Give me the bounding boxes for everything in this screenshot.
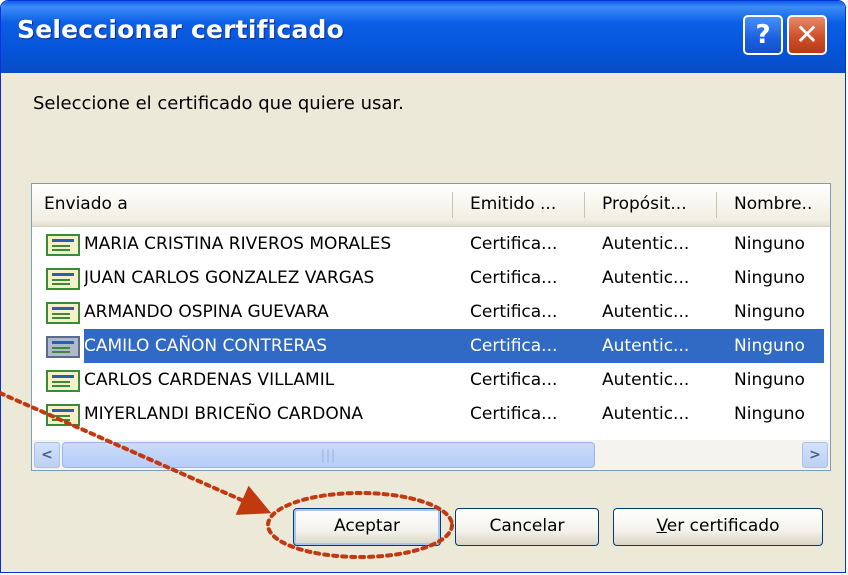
column-header-issued-by[interactable]: Emitido ... <box>470 184 582 226</box>
table-row[interactable]: MIYERLANDI BRICEÑO CARDONA Certifica... Au… <box>32 397 830 431</box>
scroll-thumb[interactable]: ||| <box>62 442 595 468</box>
cell-issued-to: CARLOS CARDENAS VILLAMIL <box>84 370 335 390</box>
cell-purpose: Autentic... <box>602 302 690 322</box>
table-row[interactable]: ARMANDO OSPINA GUEVARA Certifica... Autent… <box>32 295 830 329</box>
table-row[interactable]: CAMILO CAÑON CONTRERAS Certifica... Autent… <box>32 329 830 363</box>
select-certificate-dialog: Seleccionar certificado ? ✕ Seleccione e… <box>0 0 846 573</box>
cell-purpose: Autentic... <box>602 234 690 254</box>
table-row[interactable]: MARIA CRISTINA RIVEROS MORALES Certifica.… <box>32 227 830 261</box>
cell-purpose: Autentic... <box>602 404 690 424</box>
column-header-friendly-name[interactable]: Nombre.. <box>734 184 830 226</box>
cell-issued-to: ARMANDO OSPINA GUEVARA <box>84 302 329 322</box>
cell-friendly-name: Ninguno <box>734 336 805 356</box>
help-icon: ? <box>755 20 771 50</box>
chevron-right-icon: > <box>809 447 821 463</box>
view-certificate-label: er certificado <box>666 516 780 536</box>
table-row[interactable]: CARLOS CARDENAS VILLAMIL Certifica... Aute… <box>32 363 830 397</box>
dialog-body: Seleccione el certificado que quiere usa… <box>5 73 841 568</box>
cell-issued-by: Certifica... <box>470 370 558 390</box>
certificate-icon <box>46 404 80 426</box>
scroll-right-button[interactable]: > <box>802 442 828 468</box>
certificate-icon <box>46 268 80 290</box>
column-divider[interactable] <box>452 192 453 218</box>
cell-issued-to: JUAN CARLOS GONZALEZ VARGAS <box>84 268 375 288</box>
table-row[interactable]: JUAN CARLOS GONZALEZ VARGAS Certifica... A… <box>32 261 830 295</box>
cell-friendly-name: Ninguno <box>734 234 805 254</box>
certificate-icon <box>46 336 80 358</box>
cell-purpose: Autentic... <box>602 336 690 356</box>
certificate-icon <box>46 370 80 392</box>
prompt-text: Seleccione el certificado que quiere usa… <box>33 93 404 114</box>
column-header-issued-to[interactable]: Enviado a <box>44 184 444 226</box>
cell-friendly-name: Ninguno <box>734 268 805 288</box>
cell-purpose: Autentic... <box>602 268 690 288</box>
close-button[interactable]: ✕ <box>787 15 827 55</box>
certificate-icon <box>46 302 80 324</box>
cancel-button[interactable]: Cancelar <box>455 508 599 546</box>
cell-friendly-name: Ninguno <box>734 370 805 390</box>
window-title: Seleccionar certificado <box>17 15 344 44</box>
cell-issued-by: Certifica... <box>470 336 558 356</box>
chevron-left-icon: < <box>41 447 53 463</box>
column-divider[interactable] <box>716 192 717 218</box>
cell-issued-to: CAMILO CAÑON CONTRERAS <box>84 336 327 356</box>
help-button[interactable]: ? <box>743 15 783 55</box>
cell-issued-by: Certifica... <box>470 268 558 288</box>
cell-purpose: Autentic... <box>602 370 690 390</box>
cell-friendly-name: Ninguno <box>734 404 805 424</box>
cell-friendly-name: Ninguno <box>734 302 805 322</box>
view-certificate-button[interactable]: Ver certificado <box>613 508 823 546</box>
cell-issued-by: Certifica... <box>470 404 558 424</box>
certificate-icon <box>46 234 80 256</box>
accept-button[interactable]: Aceptar <box>293 508 441 546</box>
close-icon: ✕ <box>795 18 819 51</box>
grip-icon: ||| <box>320 448 337 462</box>
cell-issued-to: MIYERLANDI BRICEÑO CARDONA <box>84 404 364 424</box>
cell-issued-to: MARIA CRISTINA RIVEROS MORALES <box>84 234 392 254</box>
title-bar[interactable]: Seleccionar certificado ? ✕ <box>1 1 845 73</box>
horizontal-scrollbar[interactable]: < ||| > <box>32 440 830 470</box>
cell-issued-by: Certifica... <box>470 234 558 254</box>
column-header-purpose[interactable]: Propósit... <box>602 184 714 226</box>
access-key-letter: V <box>656 516 667 536</box>
list-header: Enviado a Emitido ... Propósit... Nombre… <box>32 184 830 227</box>
certificate-list[interactable]: Enviado a Emitido ... Propósit... Nombre… <box>31 183 831 471</box>
cell-issued-by: Certifica... <box>470 302 558 322</box>
column-divider[interactable] <box>584 192 585 218</box>
scroll-left-button[interactable]: < <box>34 442 60 468</box>
